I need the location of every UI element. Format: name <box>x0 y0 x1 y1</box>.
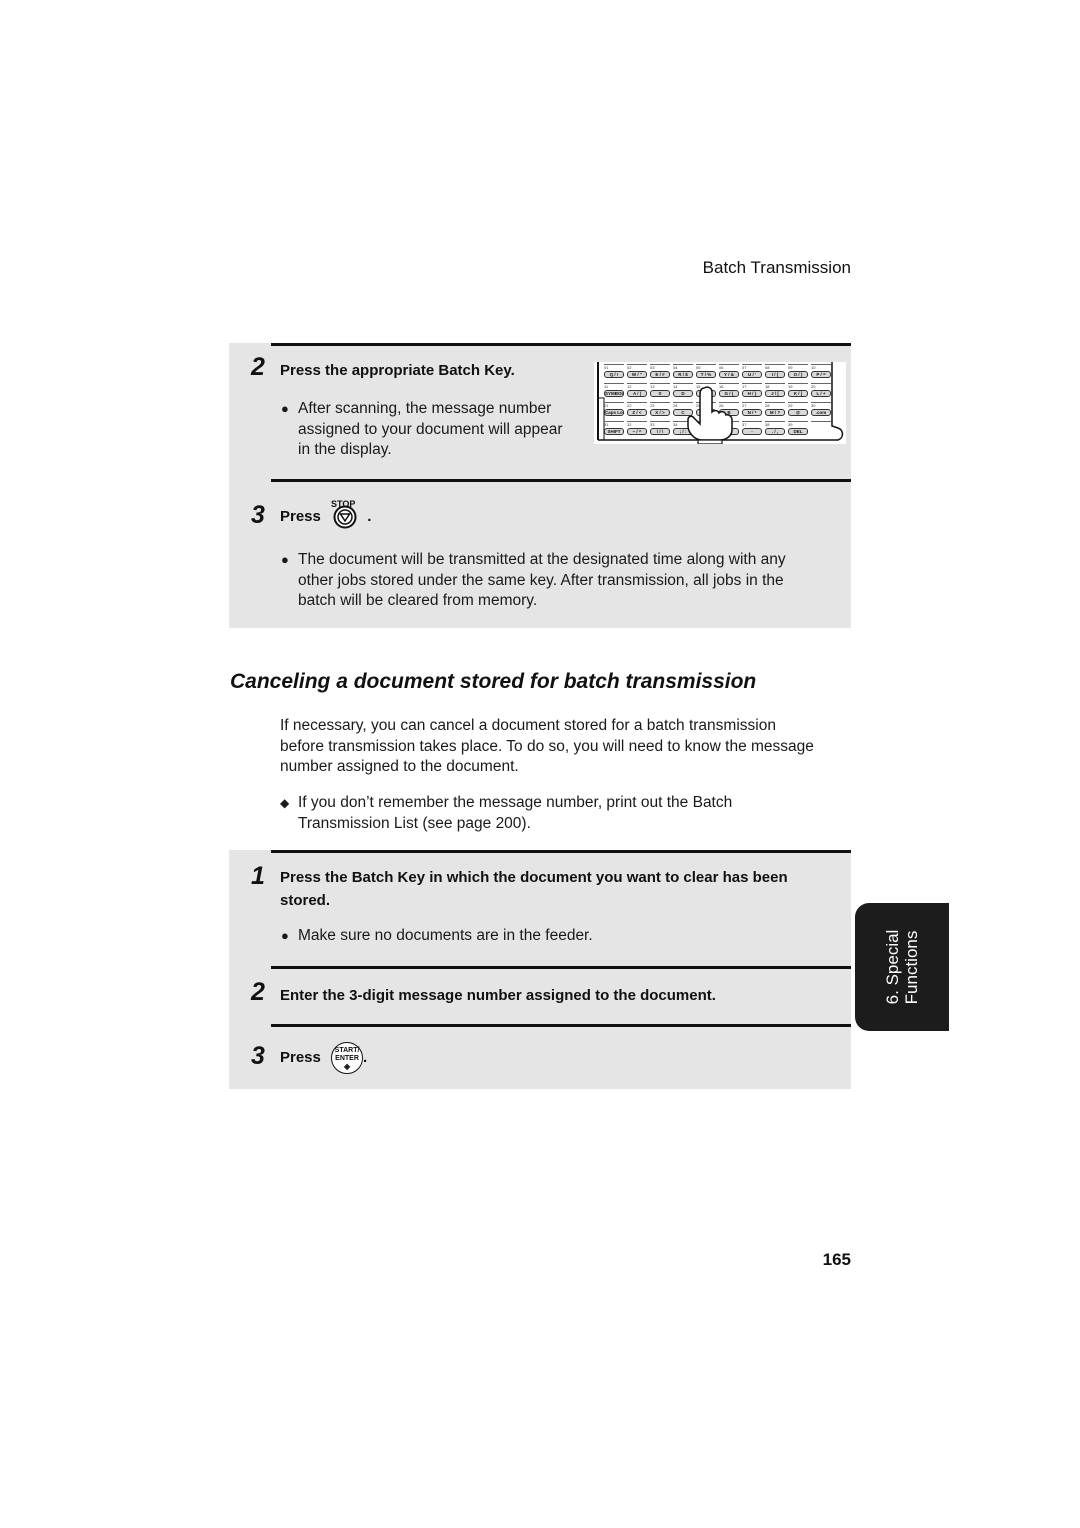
batch-key: Y / & <box>719 371 739 378</box>
steps-panel-cancel: 1 Press the Batch Key in which the docum… <box>229 850 851 1089</box>
key-number-label: 28 <box>765 402 785 408</box>
key-number-label: 07 <box>742 364 762 370</box>
batch-key: P / = <box>811 371 831 378</box>
section-heading: Canceling a document stored for batch tr… <box>230 670 757 693</box>
key-number-label: 05 <box>696 364 716 370</box>
key-number-label <box>811 421 831 426</box>
batch-key: DEL <box>788 428 808 435</box>
step-divider <box>271 1024 851 1027</box>
batch-key: Caps Lock <box>604 409 624 416</box>
key-number-label: 29 <box>788 402 808 408</box>
batch-key: J / [ <box>765 390 785 397</box>
key-number-label: 12 <box>627 383 647 389</box>
key-number-label: 01 <box>604 364 624 370</box>
running-header: Batch Transmission <box>702 258 851 277</box>
step-instruction: Press the Batch Key in which the documen… <box>280 869 788 909</box>
chapter-tab[interactable]: 6. Special Functions <box>855 903 949 1031</box>
batch-key: W / " <box>627 371 647 378</box>
page-number: 165 <box>822 1250 851 1269</box>
batch-key: M / ? <box>765 409 785 416</box>
batch-key: R / $ <box>673 371 693 378</box>
intro-paragraph: If necessary, you can cancel a document … <box>280 717 814 775</box>
batch-key: Z / < <box>627 409 647 416</box>
key-number-label: 19 <box>788 383 808 389</box>
step-instruction: Press START/ ENTER ◈ . <box>280 1042 367 1074</box>
step-divider <box>271 966 851 969</box>
step-instruction: Press STOP . <box>280 499 371 529</box>
key-number-label: 06 <box>719 364 739 370</box>
batch-key: I / ( <box>765 371 785 378</box>
batch-keys-illustration: 01 02 03 04 05 06 07 08 09 10 Q / ! W / " E / # R / $… <box>594 362 846 444</box>
batch-key: H / } <box>742 390 762 397</box>
key-row: Q / ! W / " E / # R / $ T / % Y / & U / ' I / (… <box>604 371 831 378</box>
key-number-row: 01 02 03 04 05 06 07 08 09 10 <box>604 364 831 370</box>
step-instruction: Press the appropriate Batch Key. <box>280 362 515 379</box>
batch-key: SHIFT <box>604 428 624 435</box>
key-number-label: 17 <box>742 383 762 389</box>
batch-key: Q / ! <box>604 371 624 378</box>
key-number-label: 30 <box>811 402 831 408</box>
batch-key: ~ / ^ <box>627 428 647 435</box>
batch-key: O / ) <box>788 371 808 378</box>
batch-key: SYMBOL <box>604 390 624 397</box>
key-number-label: 32 <box>627 421 647 427</box>
key-number-label: 03 <box>650 364 670 370</box>
bullet-item: ● The document will be transmitted at th… <box>281 551 786 609</box>
key-number-label: 39 <box>788 421 808 427</box>
key-number-label: 18 <box>765 383 785 389</box>
batch-key: E / # <box>650 371 670 378</box>
stop-key-icon: STOP <box>331 499 357 529</box>
key-number-label: 31 <box>604 421 624 427</box>
step-number: 2 <box>251 978 265 1006</box>
key-number-label: 27 <box>742 402 762 408</box>
batch-key: X / > <box>650 409 670 416</box>
step-number: 2 <box>251 353 265 381</box>
key-number-label: 21 <box>604 402 624 408</box>
key-number-label: 10 <box>811 364 831 370</box>
key-number-label: 20 <box>811 383 831 389</box>
batch-key: .com <box>811 409 831 416</box>
bullet-dot-icon: ● <box>281 928 289 943</box>
key-number-label: 02 <box>627 364 647 370</box>
key-number-label: 33 <box>650 421 670 427</box>
batch-key: S <box>650 390 670 397</box>
start-enter-key-icon: START/ ENTER ◈ <box>331 1042 364 1074</box>
key-number-label: 09 <box>788 364 808 370</box>
key-number-label: 04 <box>673 364 693 370</box>
key-number-label: 13 <box>650 383 670 389</box>
step-number: 3 <box>251 501 265 529</box>
bullet-item: ● Make sure no documents are in the feed… <box>280 926 780 947</box>
key-number-label: 23 <box>650 402 670 408</box>
key-number-label: 22 <box>627 402 647 408</box>
batch-key: N / * <box>742 409 762 416</box>
step-number: 1 <box>251 862 265 890</box>
batch-key: A / | <box>627 390 647 397</box>
bullet-dot-icon: ● <box>281 401 289 416</box>
pressing-hand-icon <box>687 386 733 444</box>
note-item: ◆ If you don’t remember the message numb… <box>280 794 733 832</box>
batch-key: / / \ <box>650 428 670 435</box>
batch-key: L / + <box>811 390 831 397</box>
step-number: 3 <box>251 1042 265 1070</box>
batch-key: @ <box>788 409 808 416</box>
key-number-label: 11 <box>604 383 624 389</box>
batch-key: T / % <box>696 371 716 378</box>
bullet-dot-icon: ● <box>281 552 289 567</box>
batch-key: - <box>742 428 762 435</box>
key-number-label: 08 <box>765 364 785 370</box>
key-number-label: 38 <box>765 421 785 427</box>
key-number-label: 37 <box>742 421 762 427</box>
step-divider <box>271 850 851 853</box>
step-divider <box>271 343 851 346</box>
batch-key: K / ] <box>788 390 808 397</box>
step-divider <box>271 479 851 482</box>
batch-key: U / ' <box>742 371 762 378</box>
batch-key: . / , <box>765 428 785 435</box>
bullet-item: ● After scanning, the message number ass… <box>281 400 563 458</box>
diamond-bullet-icon: ◆ <box>280 796 290 810</box>
step-instruction: Enter the 3-digit message number assigne… <box>280 987 716 1004</box>
